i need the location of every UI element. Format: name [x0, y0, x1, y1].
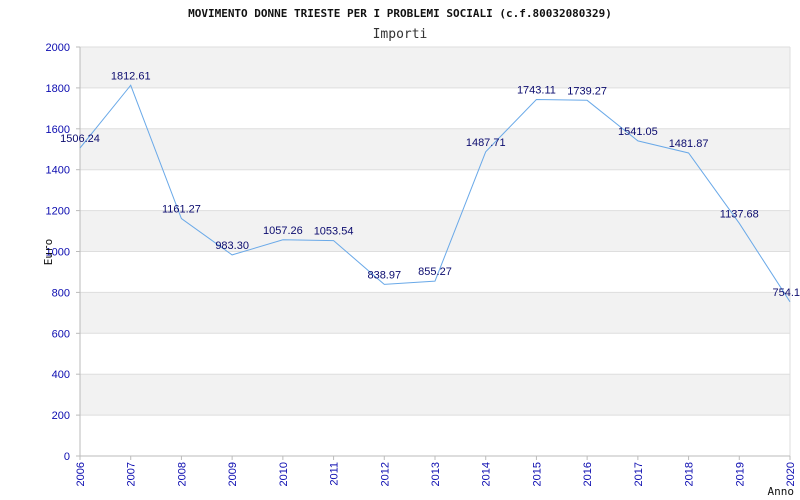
grid-band [80, 210, 790, 252]
x-tick-label: 2020 [785, 462, 797, 486]
x-tick-label: 2012 [379, 462, 391, 486]
y-axis-label: Euro [42, 239, 55, 266]
y-tick-label: 600 [52, 328, 70, 340]
x-axis-label: Anno [768, 485, 795, 498]
chart-title: MOVIMENTO DONNE TRIESTE PER I PROBLEMI S… [188, 7, 612, 20]
x-tick-label: 2017 [633, 462, 645, 486]
data-label: 1506.24 [60, 133, 100, 145]
grid-band [80, 374, 790, 416]
data-label: 1161.27 [162, 204, 201, 216]
data-label: 1137.68 [720, 208, 759, 220]
x-tick-label: 2015 [531, 462, 543, 486]
x-tick-label: 2011 [329, 462, 341, 486]
x-tick-label: 2018 [684, 462, 696, 486]
y-tick-label: 1200 [46, 206, 70, 218]
data-label: 855.27 [418, 266, 452, 278]
x-tick-label: 2006 [75, 462, 87, 486]
data-label: 1053.54 [314, 226, 354, 238]
y-tick-label: 0 [64, 451, 70, 463]
x-tick-label: 2014 [481, 462, 493, 486]
data-label: 1739.27 [567, 85, 607, 97]
data-label: 983.30 [215, 240, 249, 252]
chart-subtitle: Importi [373, 27, 428, 42]
x-tick-label: 2013 [430, 462, 442, 486]
data-label: 1481.87 [669, 138, 709, 150]
grid-band [80, 292, 790, 334]
grid-bands [80, 47, 790, 416]
line-chart: 0200400600800100012001400160018002000 20… [42, 7, 800, 498]
data-label: 1541.05 [618, 126, 658, 138]
y-tick-label: 200 [52, 410, 70, 422]
data-label: 838.97 [367, 269, 401, 281]
y-tick-label: 2000 [46, 42, 70, 54]
x-tick-labels: 2006 2007 2008 2009 2010 2011 2012 2013 2014 2015… [75, 456, 797, 486]
x-tick-label: 2019 [734, 462, 746, 486]
x-tick-label: 2016 [582, 462, 594, 486]
data-labels: 1506.24 1812.61 1161.27 983.30 1057.26 1053.5… [60, 70, 800, 298]
x-tick-label: 2007 [126, 462, 138, 486]
x-tick-label: 2008 [176, 462, 188, 486]
y-tick-label: 1800 [46, 83, 70, 95]
y-tick-label: 1400 [46, 165, 70, 177]
data-label: 1487.71 [466, 137, 506, 149]
data-label: 754.1 [772, 287, 800, 299]
y-tick-label: 400 [52, 369, 70, 381]
x-tick-label: 2009 [227, 462, 239, 486]
data-label: 1743.11 [517, 85, 556, 97]
grid-band [80, 47, 790, 88]
data-label: 1057.26 [263, 225, 303, 237]
y-tick-label: 800 [52, 287, 70, 299]
x-tick-label: 2010 [278, 462, 290, 486]
data-label: 1812.61 [111, 70, 151, 82]
